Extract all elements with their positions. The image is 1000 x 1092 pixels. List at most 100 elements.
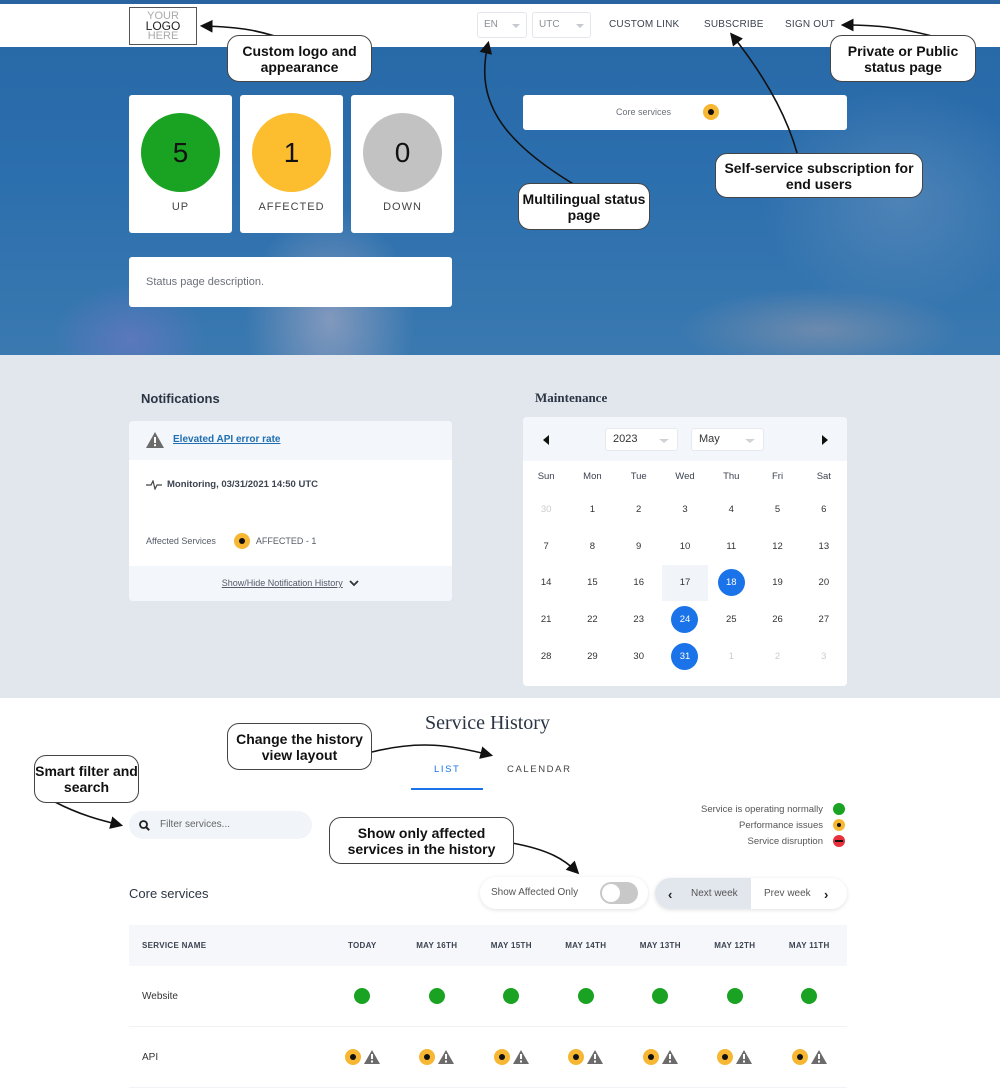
calendar-day[interactable]: 23 — [616, 601, 662, 638]
performance-issue-icon — [568, 1049, 585, 1065]
filter-services-input[interactable]: Filter services... — [129, 811, 312, 839]
calendar-day-number: 8 — [589, 540, 596, 552]
calendar-day-number: 20 — [818, 577, 830, 589]
year-select[interactable]: 2023 — [605, 428, 678, 451]
status-cell[interactable] — [549, 988, 624, 1004]
sign-out-link[interactable]: SIGN OUT — [785, 19, 835, 30]
month-select[interactable]: May — [691, 428, 764, 451]
show-affected-toggle[interactable] — [600, 882, 638, 904]
weekday-label: Mon — [583, 470, 602, 482]
calendar-day[interactable]: 2 — [616, 491, 662, 528]
notification-history-toggle[interactable]: Show/Hide Notification History — [129, 566, 452, 601]
calendar-day[interactable]: 29 — [569, 638, 615, 675]
status-cell[interactable] — [772, 1049, 847, 1065]
service-group-card[interactable]: Core services — [523, 95, 847, 130]
stat-card-up: 5 UP — [129, 95, 232, 233]
weekday-label: Tue — [630, 470, 647, 482]
calendar-day[interactable]: 6 — [801, 491, 847, 528]
operational-icon — [354, 988, 371, 1004]
calendar-day[interactable]: 3 — [662, 491, 708, 528]
weekday-label: Wed — [675, 470, 695, 482]
performance-issue-icon — [717, 1049, 734, 1065]
calendar-day[interactable]: 26 — [754, 601, 800, 638]
calendar-day[interactable]: 19 — [754, 565, 800, 602]
stat-count-down: 0 — [363, 113, 442, 192]
calendar-day[interactable]: 12 — [754, 528, 800, 565]
calendar-day[interactable]: 17 — [661, 564, 709, 602]
calendar-day[interactable]: 21 — [523, 601, 569, 638]
notification-title-link[interactable]: Elevated API error rate — [173, 434, 280, 445]
status-cell[interactable] — [698, 988, 773, 1004]
status-cell[interactable] — [400, 1049, 475, 1065]
notification-status: Monitoring, 03/31/2021 14:50 UTC — [146, 479, 318, 490]
calendar-day-outside[interactable]: 1 — [708, 638, 754, 675]
status-cell[interactable] — [698, 1049, 773, 1065]
timezone-select[interactable]: UTC — [532, 12, 591, 38]
calendar-day-outside[interactable]: 30 — [523, 491, 569, 528]
calendar-day[interactable]: 15 — [569, 565, 615, 602]
performance-issue-icon — [642, 1049, 659, 1065]
operational-icon — [428, 988, 445, 1004]
prev-week-button[interactable]: Prev week › — [751, 878, 847, 909]
column-header-date: MAY 16TH — [416, 941, 458, 950]
subscribe-link[interactable]: SUBSCRIBE — [704, 19, 764, 30]
calendar-day-outside[interactable]: 3 — [801, 638, 847, 675]
calendar-day-number: 31 — [671, 643, 699, 671]
calendar-day[interactable]: 25 — [708, 601, 754, 638]
calendar-day[interactable]: 30 — [616, 638, 662, 675]
operational-icon — [652, 988, 669, 1004]
operational-icon — [726, 988, 743, 1004]
calendar-day-maintenance[interactable]: 24 — [662, 601, 708, 638]
calendar-day[interactable]: 4 — [708, 491, 754, 528]
calendar-day[interactable]: 22 — [569, 601, 615, 638]
calendar-day[interactable]: 27 — [801, 601, 847, 638]
calendar-day[interactable]: 28 — [523, 638, 569, 675]
calendar-day-maintenance[interactable]: 18 — [708, 565, 754, 602]
next-week-label: Next week — [691, 888, 738, 899]
chevron-down-icon — [576, 24, 584, 28]
calendar-day[interactable]: 20 — [801, 565, 847, 602]
calendar-day[interactable]: 13 — [801, 528, 847, 565]
prev-week-label: Prev week — [764, 888, 811, 899]
disruption-icon — [833, 835, 845, 847]
status-cell[interactable] — [474, 988, 549, 1004]
calendar-day-number: 12 — [772, 540, 783, 552]
prev-month-icon[interactable] — [543, 435, 549, 445]
stat-count-up: 5 — [141, 113, 220, 192]
status-cell[interactable] — [325, 1049, 400, 1065]
service-group-title: Core services — [129, 886, 209, 901]
status-cell[interactable] — [325, 988, 400, 1004]
next-month-icon[interactable] — [822, 435, 828, 445]
next-week-button[interactable]: ‹ Next week — [655, 878, 751, 909]
language-select[interactable]: EN — [477, 12, 527, 38]
tab-calendar[interactable]: CALENDAR — [507, 764, 572, 775]
custom-link[interactable]: CUSTOM LINK — [609, 19, 679, 30]
tab-list[interactable]: LIST — [434, 764, 460, 775]
status-cell[interactable] — [400, 988, 475, 1004]
status-cell[interactable] — [623, 1049, 698, 1065]
calendar-day[interactable]: 9 — [616, 528, 662, 565]
stat-count-affected: 1 — [252, 113, 331, 192]
calendar-day-number: 2 — [774, 651, 781, 663]
calendar-day[interactable]: 8 — [569, 528, 615, 565]
calendar-day[interactable]: 5 — [754, 491, 800, 528]
calendar-day[interactable]: 1 — [569, 491, 615, 528]
warning-icon — [363, 1050, 380, 1064]
performance-issue-icon — [344, 1049, 361, 1065]
calendar-day[interactable]: 10 — [662, 528, 708, 565]
calendar-day-maintenance[interactable]: 31 — [662, 638, 708, 675]
status-cell[interactable] — [623, 988, 698, 1004]
calendar-day[interactable]: 16 — [616, 565, 662, 602]
status-cell[interactable] — [772, 988, 847, 1004]
calendar-day[interactable]: 7 — [523, 528, 569, 565]
calendar-week: 7 8 9 10 11 12 13 — [523, 528, 847, 565]
calendar-day-outside[interactable]: 2 — [754, 638, 800, 675]
calendar-day[interactable]: 11 — [708, 528, 754, 565]
calendar-day-number: 22 — [587, 614, 598, 626]
status-cell[interactable] — [474, 1049, 549, 1065]
calendar-day-number: 18 — [717, 569, 745, 597]
logo[interactable]: YOUR LOGO HERE — [129, 7, 197, 45]
calendar-day[interactable]: 14 — [523, 565, 569, 602]
performance-issue-icon — [419, 1049, 436, 1065]
status-cell[interactable] — [549, 1049, 624, 1065]
